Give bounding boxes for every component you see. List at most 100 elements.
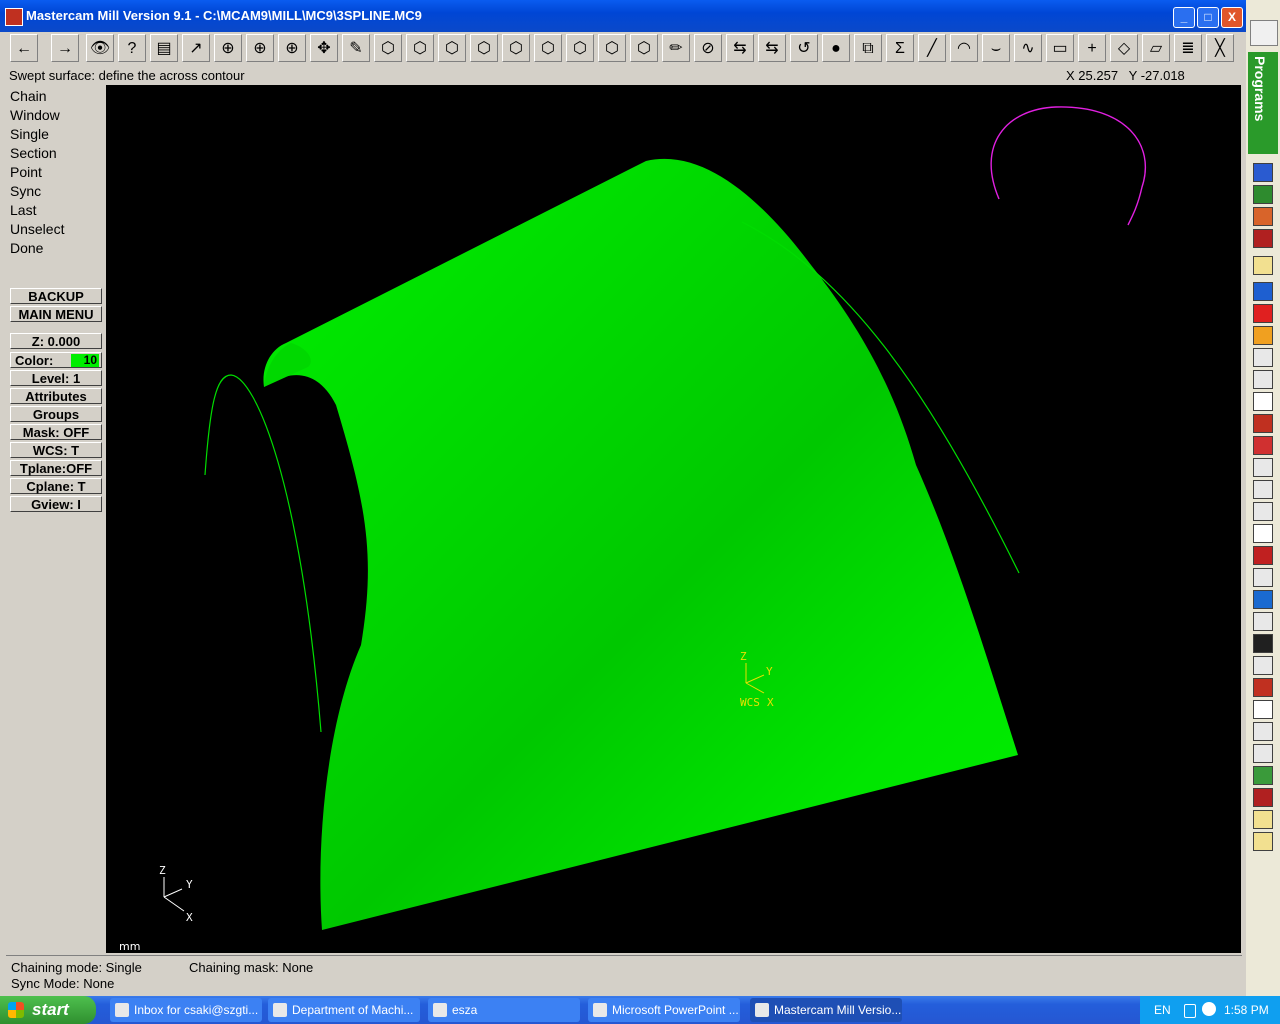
toolbar-button-cplane-front[interactable]: ⬡ — [566, 34, 594, 62]
taskbar-item-inbox[interactable]: Inbox for csaki@szgti... — [110, 998, 262, 1022]
clock[interactable]: 1:58 PM — [1224, 996, 1269, 1024]
app-icon-5[interactable] — [1253, 480, 1273, 499]
viewport-canvas[interactable]: Z Y WCS X Z Y X mm — [106, 85, 1241, 953]
toolbar-button-view[interactable]: 👁 — [86, 34, 114, 62]
toolbar-button-undo[interactable]: ↺ — [790, 34, 818, 62]
folder-icon-3[interactable] — [1253, 832, 1273, 851]
z-depth-button[interactable]: Z: 0.000 — [10, 333, 102, 349]
app-icon-10[interactable] — [1253, 612, 1273, 631]
cplane-button[interactable]: Cplane: T — [10, 478, 102, 494]
toolbar-button-cplane-side[interactable]: ⬡ — [598, 34, 626, 62]
along-contour-magenta[interactable] — [990, 106, 1147, 226]
toolbar-button-view-iso[interactable]: ⬡ — [502, 34, 530, 62]
menu-item-point[interactable]: Point — [10, 164, 42, 180]
app-icon-14[interactable] — [1253, 744, 1273, 763]
app-icon-8[interactable] — [1253, 568, 1273, 587]
graphics-viewport[interactable]: Z Y WCS X Z Y X mm — [106, 85, 1241, 953]
app-icon-3[interactable] — [1253, 436, 1273, 455]
word-icon[interactable] — [1253, 163, 1273, 182]
app-icon-13[interactable] — [1253, 722, 1273, 741]
level-button[interactable]: Level: 1 — [10, 370, 102, 386]
toolbar-button-trim[interactable]: ╳ — [1206, 34, 1234, 62]
taskbar-item-mastercam[interactable]: Mastercam Mill Versio... — [750, 998, 902, 1022]
folder-shortcut-icon[interactable] — [1253, 256, 1273, 275]
mask-button[interactable]: Mask: OFF — [10, 424, 102, 440]
toolbar-button-calculator[interactable]: ▤ — [150, 34, 178, 62]
toolbar-button-surface[interactable]: ◇ — [1110, 34, 1138, 62]
toolbar-button-forward[interactable]: → — [51, 34, 79, 62]
mastercam-app-icon[interactable] — [5, 8, 23, 26]
close-button[interactable]: X — [1221, 7, 1243, 28]
app-icon-12[interactable] — [1253, 678, 1273, 697]
mastercam-icon[interactable] — [1253, 414, 1273, 433]
toolbar-button-analyze[interactable]: ↗ — [182, 34, 210, 62]
toolbar-button-toolpath[interactable]: ≣ — [1174, 34, 1202, 62]
toolbar-button-point[interactable]: + — [1078, 34, 1106, 62]
gview-button[interactable]: Gview: I — [10, 496, 102, 512]
network-icon[interactable] — [1202, 1002, 1216, 1016]
toolbar-button-rotate[interactable]: ⬡ — [374, 34, 402, 62]
menu-item-chain[interactable]: Chain — [10, 88, 47, 104]
taskbar-item-department[interactable]: Department of Machi... — [268, 998, 420, 1022]
paint-icon[interactable] — [1253, 326, 1273, 345]
toolbar-button-view-front[interactable]: ⬡ — [438, 34, 466, 62]
app-icon-15[interactable] — [1253, 766, 1273, 785]
toolbar-button-modify[interactable]: ✏ — [662, 34, 690, 62]
app-icon-16[interactable] — [1253, 788, 1273, 807]
menu-item-single[interactable]: Single — [10, 126, 49, 142]
app-icon-11[interactable] — [1253, 656, 1273, 675]
stop-icon[interactable] — [1253, 304, 1273, 323]
toolbar-button-line[interactable]: ╱ — [918, 34, 946, 62]
main-menu-button[interactable]: MAIN MENU — [10, 306, 102, 322]
browser-icon[interactable] — [1253, 282, 1273, 301]
toolbar-button-xform[interactable]: ⇆ — [726, 34, 754, 62]
clock-icon[interactable] — [1253, 700, 1273, 719]
folder-icon-2[interactable] — [1253, 810, 1273, 829]
start-button[interactable]: start — [0, 996, 96, 1024]
toolbar-button-spline[interactable]: ∿ — [1014, 34, 1042, 62]
programs-button[interactable]: Programs — [1248, 52, 1278, 154]
toolbar-button-view-top[interactable]: ⬡ — [406, 34, 434, 62]
color-button[interactable]: Color: 10 — [10, 352, 102, 368]
menu-item-done[interactable]: Done — [10, 240, 43, 256]
toolbar-button-zoom-window[interactable]: ⊕ — [214, 34, 242, 62]
access-icon[interactable] — [1253, 229, 1273, 248]
tplane-button[interactable]: Tplane:OFF — [10, 460, 102, 476]
minimize-button[interactable]: _ — [1173, 7, 1195, 28]
toolbar-button-fillet[interactable]: ⌣ — [982, 34, 1010, 62]
command-prompt-icon[interactable] — [1253, 634, 1273, 653]
toolbar-button-shading[interactable]: ● — [822, 34, 850, 62]
toolbar-button-view-side[interactable]: ⬡ — [470, 34, 498, 62]
groups-button[interactable]: Groups — [10, 406, 102, 422]
toolbar-button-delete[interactable]: ⊘ — [694, 34, 722, 62]
app-icon-1[interactable] — [1253, 348, 1273, 367]
app-icon-9[interactable] — [1253, 590, 1273, 609]
taskbar-item-esza[interactable]: esza — [428, 998, 580, 1022]
menu-item-window[interactable]: Window — [10, 107, 60, 123]
menu-item-sync[interactable]: Sync — [10, 183, 41, 199]
toolbar-button-xform2[interactable]: ⇆ — [758, 34, 786, 62]
menu-item-unselect[interactable]: Unselect — [10, 221, 64, 237]
toolbar-button-rectangle[interactable]: ▭ — [1046, 34, 1074, 62]
toolbar-button-zoom-out[interactable]: ⊕ — [278, 34, 306, 62]
powerpoint-icon[interactable] — [1253, 207, 1273, 226]
app-icon-7[interactable] — [1253, 546, 1273, 565]
menu-item-last[interactable]: Last — [10, 202, 36, 218]
toolbar-button-pan[interactable]: ✥ — [310, 34, 338, 62]
toolbar-button-cplane-top[interactable]: ⬡ — [534, 34, 562, 62]
swept-surface[interactable] — [263, 158, 1018, 930]
app-icon-2[interactable] — [1253, 370, 1273, 389]
toolbar-button-zoom[interactable]: ⊕ — [246, 34, 274, 62]
maximize-button[interactable]: □ — [1197, 7, 1219, 28]
help-icon[interactable] — [1253, 392, 1273, 411]
backup-button[interactable]: BACKUP — [10, 288, 102, 304]
toolbar-button-layers[interactable]: ⧉ — [854, 34, 882, 62]
app-icon-4[interactable] — [1253, 458, 1273, 477]
taskbar-item-powerpoint[interactable]: Microsoft PowerPoint ... — [588, 998, 740, 1022]
toolbar-button-cplane-3d[interactable]: ⬡ — [630, 34, 658, 62]
toolbar-button-help[interactable]: ? — [118, 34, 146, 62]
toolbar-button-select[interactable]: ✎ — [342, 34, 370, 62]
app-icon-6[interactable] — [1253, 502, 1273, 521]
language-indicator[interactable]: EN — [1154, 996, 1171, 1024]
excel-icon[interactable] — [1253, 185, 1273, 204]
